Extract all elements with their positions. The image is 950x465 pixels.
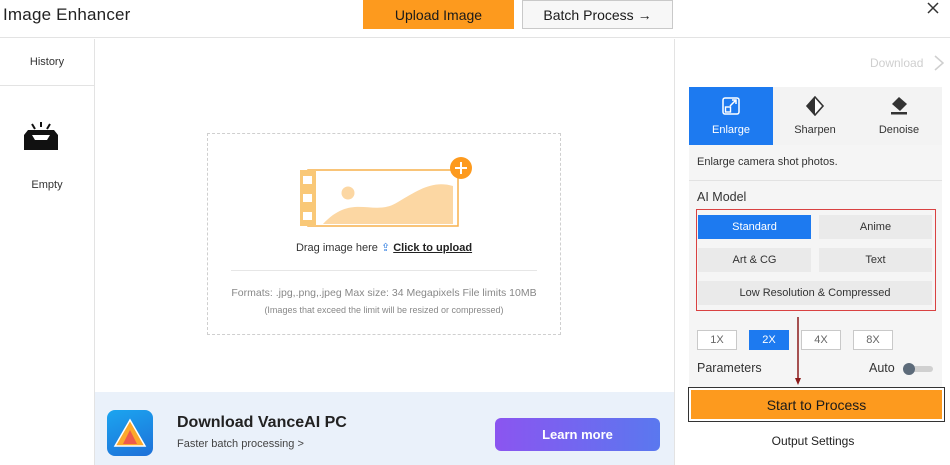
history-empty-label: Empty bbox=[31, 179, 63, 191]
tool-description: Enlarge camera shot photos. bbox=[697, 156, 838, 168]
start-to-process-button[interactable]: Start to Process bbox=[688, 387, 945, 422]
tab-enlarge-label: Enlarge bbox=[712, 124, 750, 136]
settings-panel: Download Enlarge Sharpen Denoise Enlarge… bbox=[674, 39, 950, 465]
parameters-label: Parameters bbox=[697, 361, 762, 375]
formats-text: Formats: .jpg,.png,.jpeg Max size: 34 Me… bbox=[231, 287, 537, 299]
upload-image-button[interactable]: Upload Image bbox=[363, 0, 514, 29]
main-area: Drag image here ⇪ Click to upload Format… bbox=[95, 39, 674, 465]
auto-toggle[interactable] bbox=[903, 363, 933, 375]
ai-model-label: AI Model bbox=[697, 190, 747, 204]
tool-tabs: Enlarge Sharpen Denoise bbox=[689, 87, 942, 145]
annotation-arrow bbox=[795, 317, 801, 385]
dropzone-divider bbox=[231, 270, 537, 271]
app-title: Image Enhancer bbox=[3, 5, 131, 24]
scale-4x-button[interactable]: 4X bbox=[801, 330, 841, 350]
output-settings-link[interactable]: Output Settings bbox=[675, 434, 950, 448]
upload-dropzone[interactable]: Drag image here ⇪ Click to upload Format… bbox=[207, 133, 561, 335]
description-divider bbox=[689, 180, 942, 181]
learn-more-button[interactable]: Learn more bbox=[495, 418, 660, 451]
upload-arrow-icon: ⇪ bbox=[380, 242, 391, 254]
app-window: Image Enhancer Upload Image Batch Proces… bbox=[0, 0, 950, 465]
history-title: History bbox=[0, 39, 94, 86]
model-art-cg-button[interactable]: Art & CG bbox=[698, 248, 811, 272]
scale-8x-button[interactable]: 8X bbox=[853, 330, 893, 350]
auto-label: Auto bbox=[869, 361, 895, 375]
batch-process-button[interactable]: Batch Process → bbox=[522, 0, 673, 29]
promo-banner: Download VanceAI PC Faster batch process… bbox=[95, 392, 674, 465]
ai-model-group: Standard Anime Art & CG Text Low Resolut… bbox=[696, 209, 936, 311]
click-to-upload-link[interactable]: Click to upload bbox=[393, 242, 472, 254]
model-standard-button[interactable]: Standard bbox=[698, 215, 811, 239]
enlarge-icon bbox=[722, 97, 740, 115]
vanceai-logo bbox=[107, 410, 153, 456]
drag-instructions: Drag image here ⇪ Click to upload bbox=[208, 241, 560, 254]
close-icon bbox=[927, 2, 939, 14]
model-low-resolution-button[interactable]: Low Resolution & Compressed bbox=[698, 281, 932, 305]
scale-2x-button[interactable]: 2X bbox=[749, 330, 789, 350]
history-sidebar: History Empty bbox=[0, 39, 95, 465]
tab-sharpen-label: Sharpen bbox=[794, 124, 836, 136]
tab-sharpen[interactable]: Sharpen bbox=[773, 87, 857, 145]
tab-denoise[interactable]: Denoise bbox=[857, 87, 941, 145]
drag-text: Drag image here bbox=[295, 242, 381, 254]
exceed-note: (Images that exceed the limit will be re… bbox=[264, 305, 504, 315]
image-placeholder-icon bbox=[300, 157, 472, 227]
close-button[interactable] bbox=[922, 0, 944, 17]
model-text-button[interactable]: Text bbox=[819, 248, 932, 272]
promo-subtitle[interactable]: Faster batch processing > bbox=[177, 438, 304, 450]
toggle-knob bbox=[903, 363, 915, 375]
chevron-right-icon bbox=[934, 55, 945, 71]
tool-options: Enlarge camera shot photos. AI Model Sta… bbox=[689, 145, 942, 415]
sharpen-icon bbox=[805, 96, 825, 116]
scale-1x-button[interactable]: 1X bbox=[697, 330, 737, 350]
tab-denoise-label: Denoise bbox=[878, 124, 920, 136]
empty-tray-icon bbox=[24, 122, 58, 150]
promo-title: Download VanceAI PC bbox=[177, 414, 347, 431]
model-anime-button[interactable]: Anime bbox=[819, 215, 932, 239]
header-bar: Image Enhancer Upload Image Batch Proces… bbox=[0, 0, 950, 38]
vanceai-logo-icon bbox=[113, 418, 147, 447]
tab-enlarge[interactable]: Enlarge bbox=[689, 87, 773, 145]
start-to-process-label: Start to Process bbox=[691, 390, 942, 419]
denoise-icon bbox=[891, 97, 907, 115]
download-button[interactable]: Download bbox=[870, 56, 923, 70]
